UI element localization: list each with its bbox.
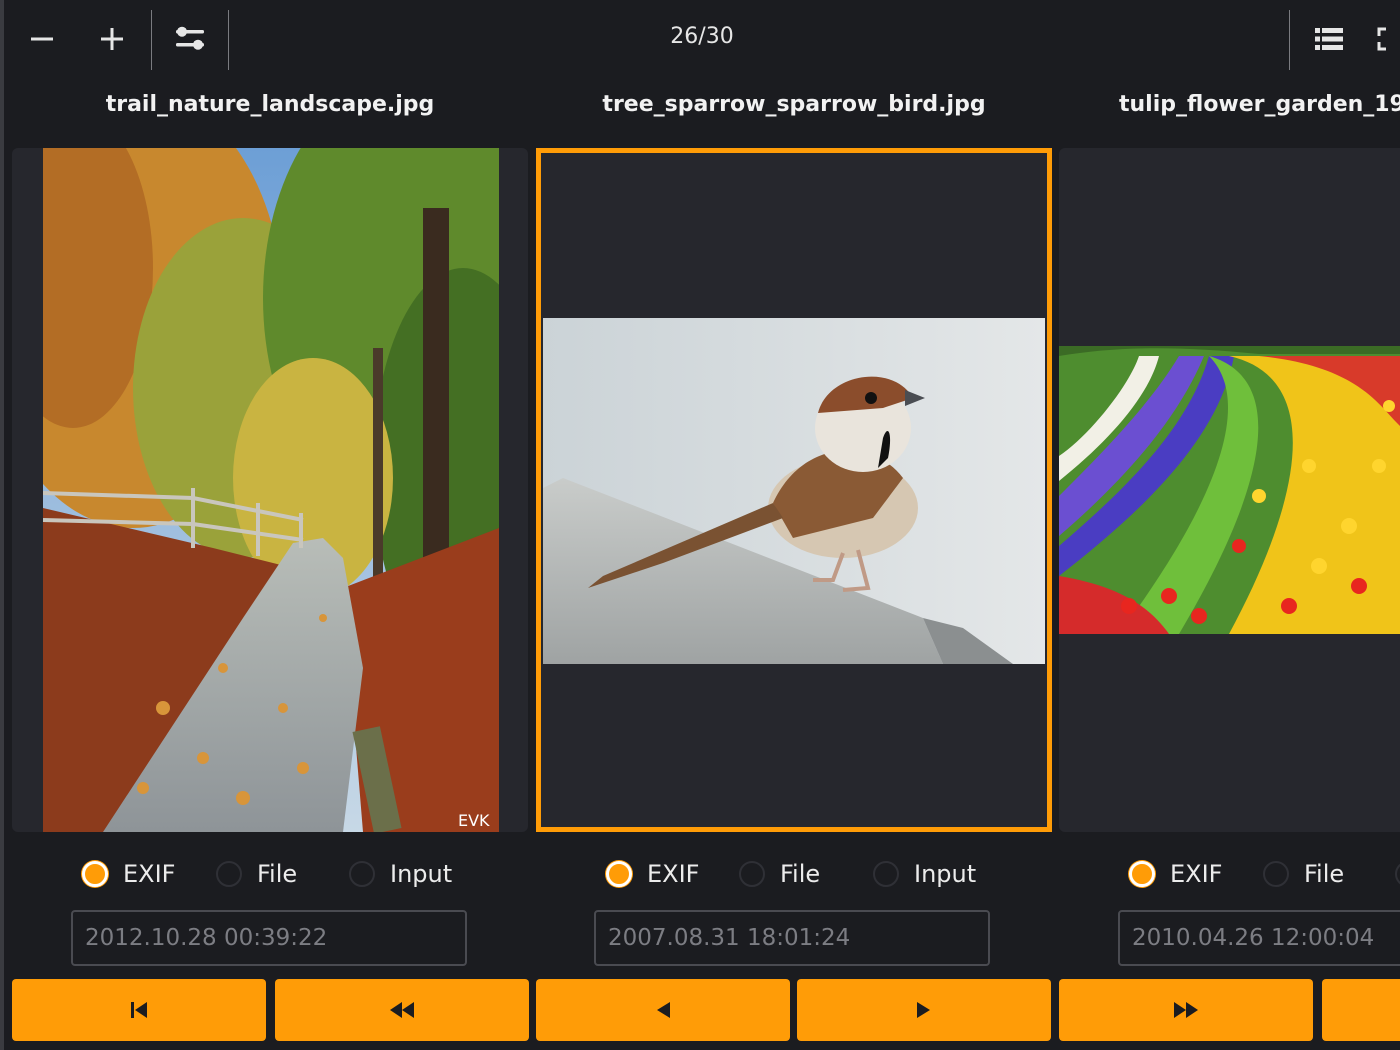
date-input[interactable] (1118, 910, 1400, 966)
radio-exif[interactable]: EXIF (606, 854, 700, 894)
image-panel[interactable]: EVK (12, 148, 528, 832)
radio-label: EXIF (1170, 860, 1223, 888)
list-view-button[interactable] (1299, 12, 1359, 66)
filename-label: trail_nature_landscape.jpg (105, 92, 435, 117)
image-column-3: tulip_flower_garden_19 EXIF File 2010.04… (1059, 78, 1400, 1050)
date-source-group: EXIF File Input (536, 854, 1052, 894)
next-button[interactable] (797, 979, 1051, 1041)
radio-label: EXIF (647, 860, 700, 888)
fullscreen-icon (1377, 27, 1386, 51)
toolbar-separator (1289, 10, 1290, 70)
toolbar: 26/30 (4, 0, 1400, 78)
radio-indicator (1395, 861, 1400, 887)
radio-input[interactable]: Input (873, 854, 976, 894)
radio-file[interactable]: File (1263, 854, 1344, 894)
first-image-button[interactable] (12, 979, 266, 1041)
date-input[interactable] (71, 910, 467, 966)
radio-indicator (873, 861, 899, 887)
radio-file[interactable]: File (739, 854, 820, 894)
toolbar-separator (151, 10, 152, 70)
radio-label: File (257, 860, 298, 888)
last-image-button[interactable] (1322, 979, 1400, 1041)
settings-button[interactable] (160, 12, 220, 66)
skip-first-icon (131, 1002, 147, 1018)
radio-indicator (1129, 861, 1155, 887)
zoom-out-button[interactable] (12, 12, 72, 66)
radio-label: Input (914, 860, 977, 888)
prev-icon (657, 1002, 670, 1018)
radio-label: Input (390, 860, 453, 888)
next-icon (917, 1002, 930, 1018)
window-border (0, 0, 4, 1050)
filename-label: tree_sparrow_sparrow_bird.jpg (602, 92, 986, 117)
fullscreen-button[interactable] (1369, 12, 1400, 66)
sliders-icon (176, 26, 204, 50)
tulip-photo (1059, 346, 1400, 634)
radio-file[interactable]: File (216, 854, 297, 894)
watermark-text: EVK (458, 811, 490, 830)
radio-label: File (1304, 860, 1345, 888)
image-panel[interactable] (1059, 148, 1400, 832)
radio-indicator (216, 861, 242, 887)
sparrow-photo (543, 318, 1045, 664)
date-source-group: EXIF File (1059, 854, 1400, 894)
radio-input[interactable]: Input (349, 854, 452, 894)
radio-indicator (1263, 861, 1289, 887)
rewind-button[interactable] (275, 979, 529, 1041)
date-input[interactable] (594, 910, 990, 966)
radio-indicator (606, 861, 632, 887)
radio-exif[interactable]: EXIF (1129, 854, 1223, 894)
filename-label: tulip_flower_garden_19 (1119, 92, 1400, 117)
zoom-in-button[interactable] (82, 12, 142, 66)
previous-button[interactable] (536, 979, 790, 1041)
radio-indicator (349, 861, 375, 887)
plus-icon (101, 28, 123, 50)
image-column-2: tree_sparrow_sparrow_bird.jpg EXIF File … (536, 78, 1052, 1050)
fast-forward-button[interactable] (1059, 979, 1313, 1041)
trail-photo: EVK (43, 148, 499, 832)
skip-last-icon (1361, 1010, 1362, 1011)
radio-indicator (82, 861, 108, 887)
date-source-group: EXIF File Input (12, 854, 528, 894)
image-column-1: trail_nature_landscape.jpg EVK EXIF File… (12, 78, 528, 1050)
radio-exif[interactable]: EXIF (82, 854, 176, 894)
radio-input[interactable] (1395, 854, 1400, 894)
list-icon (1315, 28, 1343, 50)
rewind-icon (390, 1002, 414, 1018)
image-panel-selected[interactable] (536, 148, 1052, 832)
minus-icon (31, 37, 53, 41)
radio-label: EXIF (123, 860, 176, 888)
radio-indicator (739, 861, 765, 887)
fast-forward-icon (1174, 1002, 1198, 1018)
toolbar-separator (228, 10, 229, 70)
radio-label: File (780, 860, 821, 888)
